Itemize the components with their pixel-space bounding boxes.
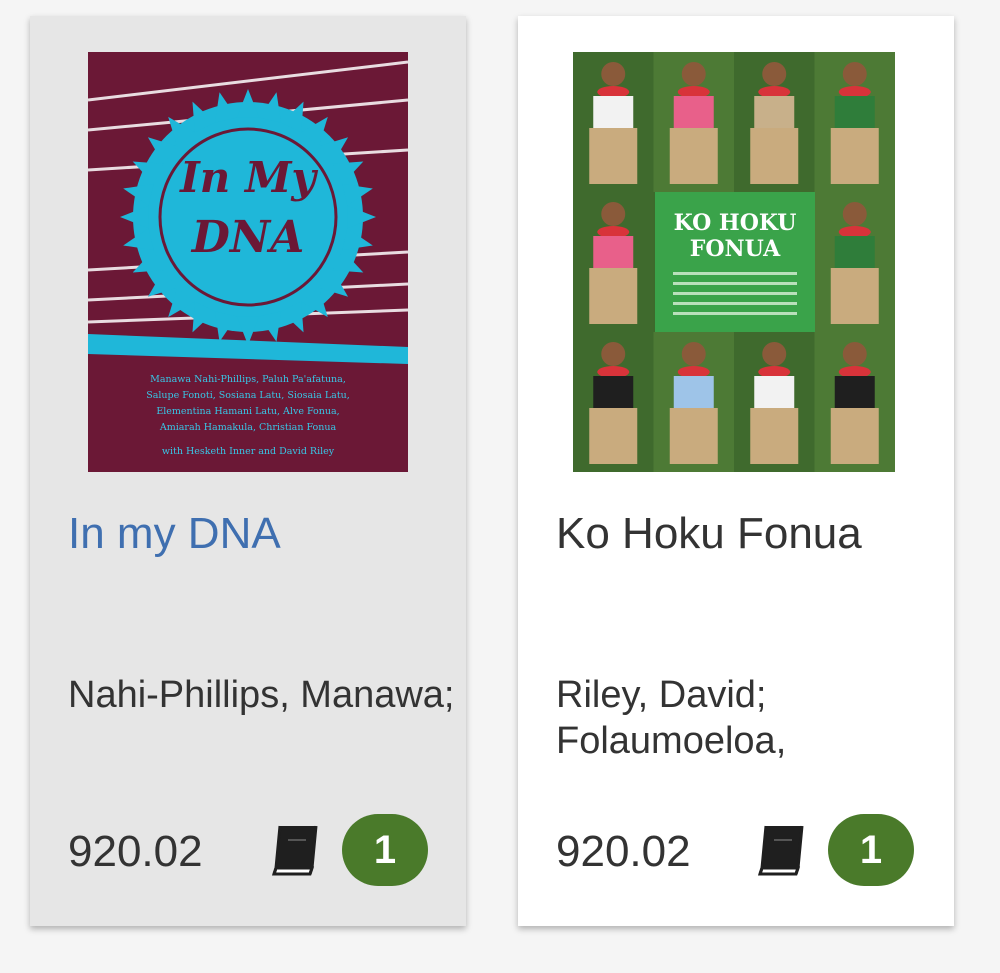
call-number: 920.02 bbox=[556, 827, 691, 876]
svg-text:Manawa Nahi-Phillips, Paluh Pa: Manawa Nahi-Phillips, Paluh Pa'afatuna, bbox=[150, 374, 346, 385]
book-authors: Riley, David; Folaumoeloa, bbox=[556, 674, 787, 762]
book-cover-image[interactable]: KO HOKU FONUA bbox=[573, 52, 895, 472]
book-icon bbox=[752, 818, 814, 880]
book-cover-image[interactable]: In My DNA Manawa Nahi-Phillips, Paluh Pa… bbox=[88, 52, 408, 472]
svg-text:DNA: DNA bbox=[190, 212, 305, 263]
svg-text:Elementina Hamani Latu, Alve F: Elementina Hamani Latu, Alve Fonua, bbox=[156, 406, 339, 417]
book-title-link[interactable]: In my DNA bbox=[68, 508, 456, 560]
svg-text:Salupe Fonoti, Sosiana Latu, S: Salupe Fonoti, Sosiana Latu, Siosaia Lat… bbox=[146, 390, 350, 401]
book-card-ko-hoku-fonua[interactable]: KO HOKU FONUA Ko Hoku Fonua Riley, David… bbox=[518, 16, 954, 926]
in-my-dna-cover-art: In My DNA Manawa Nahi-Phillips, Paluh Pa… bbox=[88, 52, 408, 472]
book-authors: Nahi-Phillips, Manawa; bbox=[68, 674, 455, 716]
call-number: 920.02 bbox=[68, 827, 203, 876]
svg-text:In My: In My bbox=[179, 153, 318, 202]
book-card-in-my-dna[interactable]: In My DNA Manawa Nahi-Phillips, Paluh Pa… bbox=[30, 16, 466, 926]
ko-hoku-fonua-cover-art: KO HOKU FONUA bbox=[573, 52, 895, 472]
svg-text:Amiarah Hamakula, Christian Fo: Amiarah Hamakula, Christian Fonua bbox=[159, 422, 337, 433]
copies-available-badge: 1 bbox=[342, 814, 428, 886]
book-title-link[interactable]: Ko Hoku Fonua bbox=[556, 508, 944, 560]
svg-text:with Hesketh Inner and David R: with Hesketh Inner and David Riley bbox=[162, 446, 335, 457]
svg-text:FONUA: FONUA bbox=[690, 236, 781, 262]
book-icon bbox=[266, 818, 328, 880]
copies-available-badge: 1 bbox=[828, 814, 914, 886]
svg-text:KO HOKU: KO HOKU bbox=[674, 210, 797, 236]
